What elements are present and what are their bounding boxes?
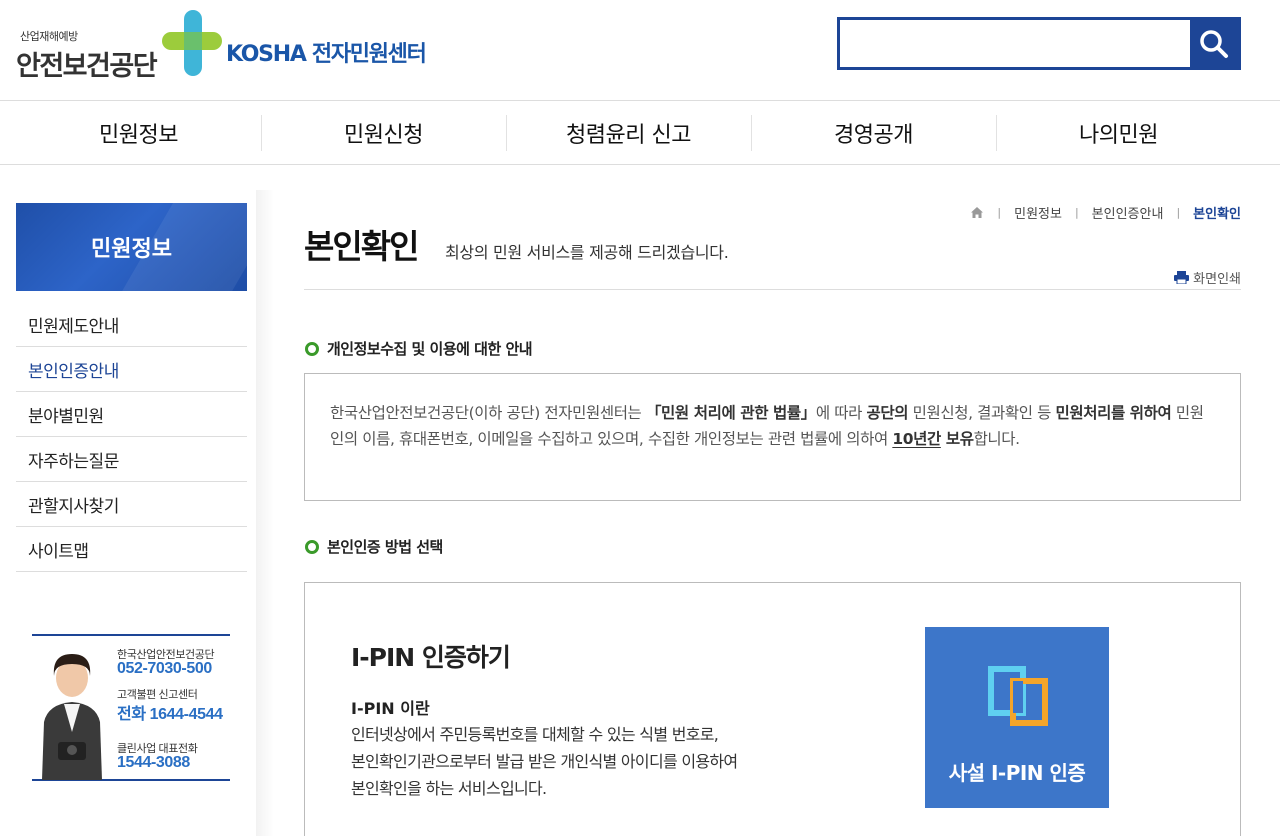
- privacy-notice-box: 한국산업안전보건공단(이하 공단) 전자민원센터는 「민원 처리에 관한 법률」…: [304, 373, 1241, 501]
- ipin-subtitle: I-PIN 이란: [351, 699, 430, 718]
- search-icon: [1200, 29, 1228, 58]
- ipin-description-line: 본인확인을 하는 서비스입니다.: [351, 779, 547, 798]
- page-subtitle: 최상의 민원 서비스를 제공해 드리겠습니다.: [445, 243, 729, 262]
- gnb-item-my-petitions[interactable]: 나의민원: [996, 101, 1241, 164]
- gnb-item-info[interactable]: 민원정보: [16, 101, 261, 164]
- banner-clean-phone: 1544-3088: [117, 754, 190, 771]
- print-label: 화면인쇄: [1193, 272, 1241, 287]
- privacy-text: 한국산업안전보건공단(이하 공단) 전자민원센터는: [330, 404, 646, 422]
- side-nav-title: 민원정보: [16, 203, 247, 291]
- side-nav-item-branch-finder[interactable]: 관할지사찾기: [16, 482, 247, 527]
- contact-banner[interactable]: 한국산업안전보건공단 052-7030-500 고객불편 신고센터 전화 164…: [32, 634, 230, 781]
- privacy-bold: 「민원 처리에 관한 법률」: [645, 404, 816, 422]
- privacy-bold: 공단의: [866, 404, 909, 422]
- logo-small-text: 산업재해예방: [20, 30, 78, 43]
- search-input[interactable]: [840, 20, 1192, 67]
- logo-org-name: 안전보건공단: [16, 51, 158, 82]
- privacy-heading-text: 개인정보수집 및 이용에 대한 안내: [327, 340, 533, 358]
- printer-icon: [1174, 271, 1190, 284]
- home-icon[interactable]: [970, 206, 984, 219]
- section-bullet-icon: [305, 539, 319, 554]
- search-button[interactable]: [1190, 20, 1238, 67]
- side-nav-shadow: [256, 190, 274, 836]
- breadcrumb-separator: |: [1176, 206, 1181, 219]
- logo-center-name: KOSHA 전자민원센터: [226, 42, 427, 67]
- breadcrumb-separator: |: [1074, 206, 1079, 219]
- side-nav-item-system[interactable]: 민원제도안내: [16, 302, 247, 347]
- side-nav-item-sitemap[interactable]: 사이트맵: [16, 527, 247, 572]
- privacy-bold: 민원처리를 위하여: [1055, 404, 1172, 422]
- header: 산업재해예방 안전보건공단 KOSHA 전자민원센터: [0, 0, 1280, 100]
- title-divider: [304, 289, 1241, 290]
- method-heading-text: 본인인증 방법 선택: [327, 538, 443, 556]
- kosha-cross-icon: [162, 10, 222, 76]
- global-nav: 민원정보 민원신청 청렴윤리 신고 경영공개 나의민원: [0, 100, 1280, 165]
- side-nav: 민원정보 민원제도안내 본인인증안내 분야별민원 자주하는질문 관할지사찾기 사…: [16, 203, 247, 572]
- breadcrumb: | 민원정보 | 본인인증안내 | 본인확인: [970, 203, 1241, 222]
- ipin-method-box: I-PIN 인증하기 I-PIN 이란 인터넷상에서 주민등록번호를 대체할 수…: [304, 582, 1241, 836]
- private-ipin-auth-button[interactable]: 사설 I-PIN 인증: [925, 627, 1109, 808]
- print-button[interactable]: 화면인쇄: [1174, 268, 1241, 287]
- ipin-description: 인터넷상에서 주민등록번호를 대체할 수 있는 식별 번호로, 본인확인기관으로…: [351, 721, 738, 802]
- kosha-logo[interactable]: 산업재해예방 안전보건공단 KOSHA 전자민원센터: [16, 10, 436, 82]
- breadcrumb-item[interactable]: 민원정보: [1014, 203, 1062, 222]
- breadcrumb-item[interactable]: 본인인증안내: [1092, 203, 1164, 222]
- banner-phone-main: 052-7030-500: [117, 660, 212, 677]
- gnb-item-ethics-report[interactable]: 청렴윤리 신고: [506, 101, 751, 164]
- search-box: [837, 17, 1241, 70]
- ipin-description-line: 본인확인기관으로부터 발급 받은 개인식별 아이디를 이용하여: [351, 752, 738, 771]
- ipin-frames-icon: [988, 666, 1048, 726]
- banner-complaint-phone: 전화 1644-4544: [117, 706, 223, 723]
- breadcrumb-separator: |: [997, 206, 1002, 219]
- privacy-bold: 보유: [940, 430, 974, 448]
- ipin-title: I-PIN 인증하기: [351, 643, 511, 672]
- page-title: 본인확인: [304, 227, 419, 266]
- breadcrumb-current: 본인확인: [1193, 207, 1241, 222]
- side-nav-item-faq[interactable]: 자주하는질문: [16, 437, 247, 482]
- section-bullet-icon: [305, 341, 319, 356]
- privacy-heading: 개인정보수집 및 이용에 대한 안내: [305, 338, 533, 359]
- privacy-text: 합니다.: [973, 430, 1021, 448]
- method-heading: 본인인증 방법 선택: [305, 536, 443, 557]
- side-nav-item-auth-guide[interactable]: 본인인증안내: [16, 347, 247, 392]
- ipin-description-line: 인터넷상에서 주민등록번호를 대체할 수 있는 식별 번호로,: [351, 725, 719, 744]
- privacy-retention-period: 10년간: [892, 430, 941, 448]
- operator-photo-icon: [42, 654, 102, 780]
- side-nav-item-by-field[interactable]: 분야별민원: [16, 392, 247, 437]
- privacy-text: 에 따라: [815, 404, 867, 422]
- privacy-text: 민원신청, 결과확인 등: [908, 404, 1056, 422]
- gnb-item-disclosure[interactable]: 경영공개: [751, 101, 996, 164]
- gnb-item-apply[interactable]: 민원신청: [261, 101, 506, 164]
- private-ipin-auth-label: 사설 I-PIN 인증: [948, 761, 1086, 785]
